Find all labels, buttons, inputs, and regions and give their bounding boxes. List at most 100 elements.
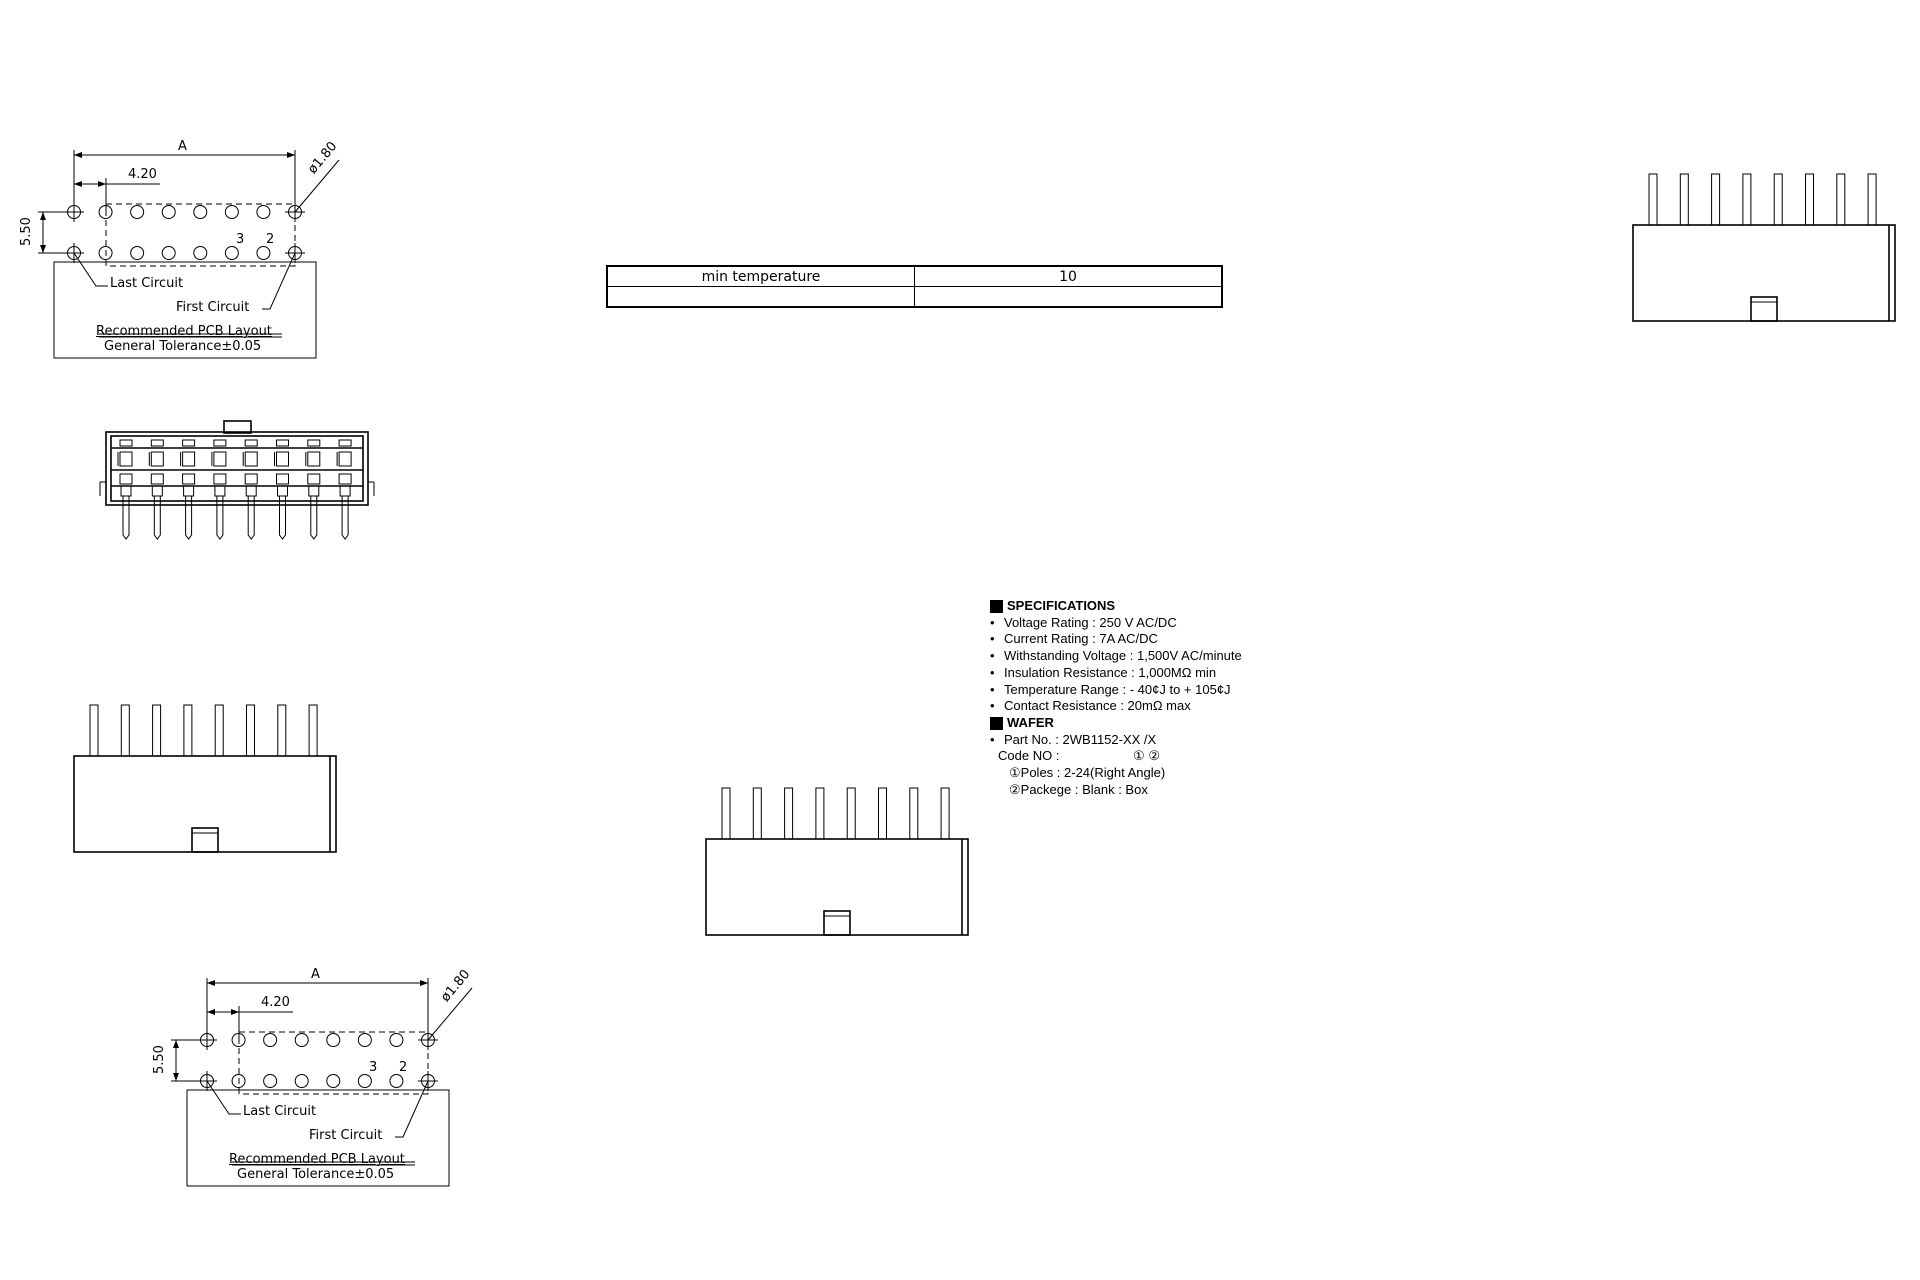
pin-window <box>120 485 132 497</box>
pin-window <box>244 451 258 467</box>
spec-item: • Voltage Rating : 250 V AC/DC <box>990 614 1177 630</box>
bullet-icon: • <box>990 698 995 714</box>
specifications-heading: SPECIFICATIONS <box>990 598 1290 615</box>
square-bullet-icon <box>990 716 1003 730</box>
pin-window <box>244 473 258 485</box>
dim-a-label: A <box>178 139 187 154</box>
side-pin <box>878 787 887 840</box>
pin-window <box>119 451 133 467</box>
spec-item: • Withstanding Voltage : 1,500V AC/minute <box>990 648 1242 664</box>
pin-window <box>213 451 227 467</box>
pin <box>310 496 318 540</box>
drawing-sheet: A 4.20 5.50 ø1.80 3 2 Last Circuit First Circui… <box>0 0 1920 1280</box>
side-pin <box>784 787 794 840</box>
bullet-icon: • <box>990 631 995 647</box>
side-pin <box>308 704 318 757</box>
side-body <box>705 838 969 936</box>
pin <box>122 496 130 540</box>
last-circuit-label: Last Circuit <box>243 1104 317 1119</box>
pin-window <box>338 439 352 447</box>
table-row <box>606 286 1223 308</box>
code-number: Code NO : ① ② <box>998 748 1160 764</box>
side-body <box>1632 224 1896 322</box>
pin <box>247 496 255 540</box>
last-circuit-label: Last Circuit <box>110 276 184 291</box>
pin-window <box>307 451 321 467</box>
first-circuit-label: First Circuit <box>309 1128 383 1143</box>
code-poles: ①Poles : 2-24(Right Angle) <box>1009 765 1166 781</box>
side-pin <box>277 704 287 757</box>
pin-window <box>151 485 163 497</box>
side-pin <box>1711 173 1721 226</box>
pin-window <box>119 439 133 447</box>
pin-window <box>182 473 196 485</box>
connector-side-view-right <box>1632 173 1896 322</box>
pin-window <box>277 485 288 497</box>
pin <box>279 496 286 540</box>
side-pin <box>1867 173 1877 226</box>
side-pin <box>1648 173 1658 226</box>
pin-window <box>213 439 227 447</box>
side-pin <box>1836 173 1846 226</box>
pin <box>153 496 161 540</box>
pin-window <box>213 473 227 485</box>
dim-row-label: 5.50 <box>152 1045 167 1074</box>
bullet-icon: • <box>990 731 995 747</box>
pin-3-label: 3 <box>236 232 245 247</box>
table-cell: 10 <box>914 265 1223 287</box>
side-pin <box>183 704 193 757</box>
spec-item: • Insulation Resistance : 1,000MΩ min <box>990 664 1217 680</box>
square-bullet-icon <box>990 599 1003 613</box>
pin-window <box>307 473 321 485</box>
dim-hole-label: ø1.80 <box>438 967 474 1005</box>
side-pin <box>846 787 856 840</box>
pin-window <box>338 451 352 467</box>
pin <box>341 496 349 540</box>
side-pin <box>89 704 99 757</box>
pin-window <box>276 473 289 485</box>
pin-3-label: 3 <box>369 1060 378 1075</box>
table-cell: min temperature <box>606 265 915 287</box>
wafer-heading: WAFER <box>990 715 1290 732</box>
pin-window <box>150 473 164 485</box>
pin-window <box>338 473 352 485</box>
dim-pitch-label: 4.20 <box>261 995 290 1010</box>
part-number: • Part No. : 2WB1152-XX /X <box>990 731 1157 747</box>
bullet-icon: • <box>990 614 995 630</box>
spec-item: • Temperature Range : - 40¢J to + 105¢J <box>990 681 1231 697</box>
side-pin <box>909 787 919 840</box>
pin-window <box>245 485 257 497</box>
bullet-icon: • <box>990 664 995 680</box>
pin-window <box>183 485 195 497</box>
side-pin <box>721 787 731 840</box>
side-pin <box>152 704 162 757</box>
pin-window <box>119 473 133 485</box>
pin-window <box>276 439 289 447</box>
pin-window <box>214 485 226 497</box>
pin-2-label: 2 <box>266 232 275 247</box>
pin-window <box>182 439 196 447</box>
spec-item: • Contact Resistance : 20mΩ max <box>990 698 1191 714</box>
pin-window <box>150 439 164 447</box>
connector-front-view <box>99 420 375 540</box>
spec-item: • Current Rating : 7A AC/DC <box>990 631 1158 647</box>
pin-window <box>276 451 289 467</box>
table-cell <box>606 286 915 308</box>
tolerance-label: General Tolerance±0.05 <box>237 1167 395 1182</box>
pin-window <box>308 485 320 497</box>
table-cell <box>914 286 1223 308</box>
pin-window <box>244 439 258 447</box>
bullet-icon: • <box>990 681 995 697</box>
connector-side-view-center <box>705 787 969 936</box>
pin <box>216 496 224 540</box>
pin-window <box>182 451 196 467</box>
side-pin <box>120 704 130 757</box>
code-package: ②Packege : Blank : Box <box>1009 781 1148 797</box>
pcb-layout-labels-top: A 4.20 5.50 ø1.80 3 2 Last Circuit First Circui… <box>0 0 360 370</box>
side-pin <box>815 787 825 840</box>
pin-window <box>307 439 321 447</box>
dim-pitch-label: 4.20 <box>128 167 157 182</box>
side-pin <box>1679 173 1689 226</box>
dim-hole-label: ø1.80 <box>305 139 341 177</box>
specifications-block: SPECIFICATIONS • Voltage Rating : 250 V A… <box>990 598 1290 798</box>
